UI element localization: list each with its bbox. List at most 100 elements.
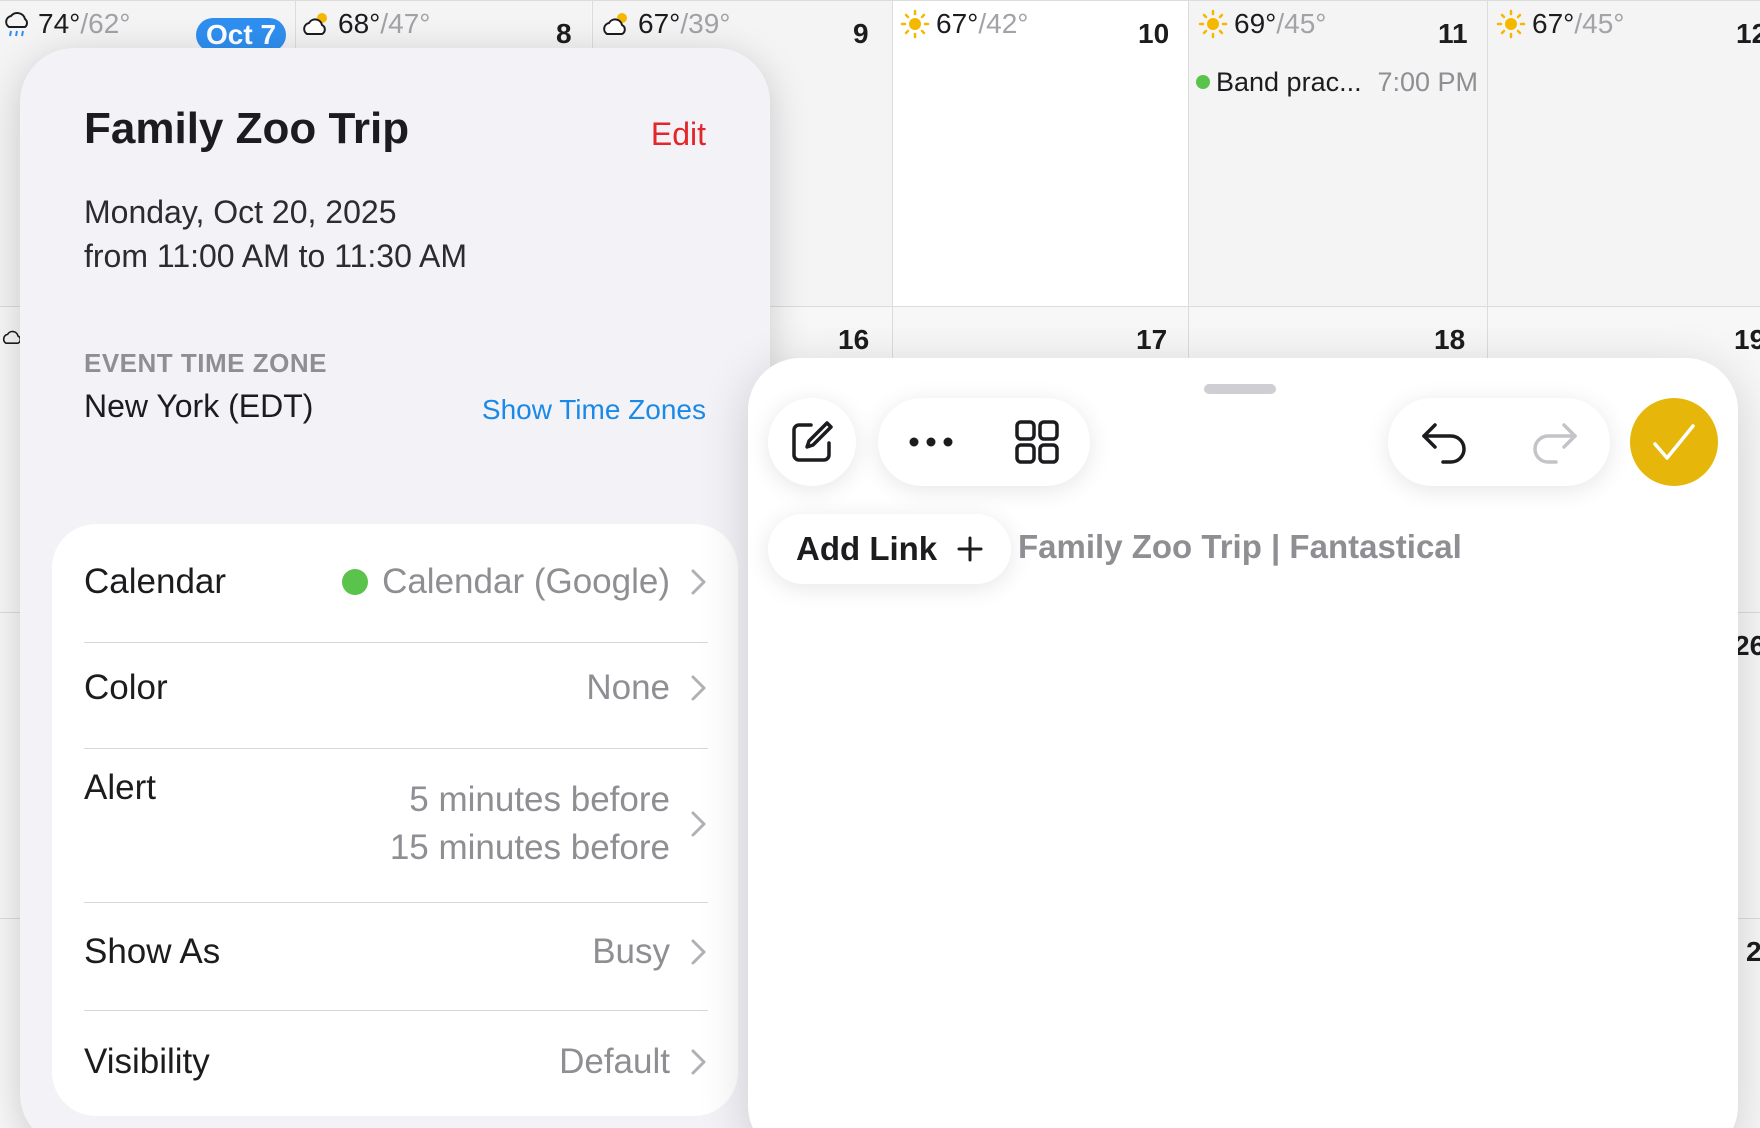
row-label: Alert bbox=[84, 768, 156, 807]
more-button[interactable] bbox=[878, 398, 984, 486]
temp-low: /45° bbox=[1276, 8, 1327, 39]
add-link-button[interactable]: Add Link bbox=[768, 514, 1012, 584]
grid-icon bbox=[1015, 420, 1059, 464]
temp-low: /39° bbox=[680, 8, 731, 39]
event-detail-popover: Family Zoo Trip Edit Monday, Oct 20, 202… bbox=[20, 48, 770, 1128]
redo-icon bbox=[1532, 423, 1577, 464]
day-number[interactable]: 11 bbox=[1438, 18, 1468, 50]
event-title: Family Zoo Trip bbox=[84, 104, 410, 153]
today-date-badge[interactable]: Oct 7 bbox=[196, 18, 287, 52]
temp-high: 67° bbox=[936, 8, 979, 39]
temp-high: 67° bbox=[1532, 8, 1575, 39]
row-label: Color bbox=[84, 668, 168, 707]
grid-button[interactable] bbox=[984, 398, 1090, 486]
day-number[interactable]: 9 bbox=[853, 18, 869, 50]
day-header-oct8: 68°/47° bbox=[302, 0, 430, 48]
day-number[interactable]: 17 bbox=[1136, 324, 1167, 356]
done-button[interactable] bbox=[1630, 398, 1718, 486]
checkmark-icon bbox=[1653, 424, 1695, 460]
plus-icon bbox=[957, 536, 983, 562]
divider bbox=[84, 642, 708, 643]
time-zone-value: New York (EDT) bbox=[84, 388, 314, 424]
calendar-row[interactable]: Calendar Calendar (Google) bbox=[84, 544, 708, 620]
sun-icon bbox=[900, 9, 930, 39]
add-link-label: Add Link bbox=[796, 530, 938, 567]
day-header-oct11: 69°/45° bbox=[1198, 0, 1326, 48]
temp-high: 68° bbox=[338, 8, 381, 39]
undo-button[interactable] bbox=[1388, 398, 1499, 486]
day-header-oct10: 67°/42° bbox=[900, 0, 1028, 48]
day-number[interactable]: 16 bbox=[838, 324, 869, 356]
rain-icon bbox=[5, 12, 28, 37]
event-datetime: Monday, Oct 20, 2025 from 11:00 AM to 11… bbox=[84, 190, 467, 278]
edit-button[interactable]: Edit bbox=[651, 116, 706, 153]
show-time-zones-link[interactable]: Show Time Zones bbox=[482, 394, 706, 426]
calendar-value: Calendar (Google) bbox=[382, 562, 670, 601]
chevron-right-icon bbox=[691, 939, 706, 965]
row-value: Busy bbox=[592, 932, 708, 972]
temp-high: 69° bbox=[1234, 8, 1277, 39]
visibility-row[interactable]: Visibility Default bbox=[84, 1018, 708, 1106]
temp-low: /45° bbox=[1574, 8, 1625, 39]
calendar-color-dot bbox=[342, 569, 369, 595]
notes-sheet: Add Link Family Zoo Trip | Fantastical bbox=[748, 358, 1738, 1128]
event-settings-card: Calendar Calendar (Google) Color None Al… bbox=[52, 524, 738, 1116]
chevron-right-icon bbox=[691, 569, 706, 595]
temp-low: /62° bbox=[80, 8, 131, 39]
time-zone-label: EVENT TIME ZONE bbox=[84, 348, 327, 378]
sun-icon bbox=[1496, 9, 1526, 39]
chevron-right-icon bbox=[691, 811, 706, 837]
row-value: None bbox=[586, 668, 708, 708]
day-number[interactable]: 12 bbox=[1736, 18, 1760, 50]
partly-cloudy-icon bbox=[303, 13, 327, 35]
show-as-value: Busy bbox=[592, 932, 670, 971]
chevron-right-icon bbox=[691, 1049, 706, 1075]
day-number[interactable]: 18 bbox=[1434, 324, 1465, 356]
compose-button[interactable] bbox=[768, 398, 856, 486]
redo-button[interactable] bbox=[1499, 398, 1610, 486]
partly-cloudy-icon bbox=[603, 13, 627, 35]
row-label: Show As bbox=[84, 932, 221, 971]
day-header-oct7: 74°/62° bbox=[2, 0, 130, 48]
day-number[interactable]: 8 bbox=[556, 18, 572, 50]
sheet-grabber[interactable] bbox=[1204, 384, 1276, 394]
alert-value: 15 minutes before bbox=[389, 828, 670, 867]
color-row[interactable]: Color None bbox=[84, 650, 708, 726]
row-label: Calendar bbox=[84, 562, 227, 601]
row-value: Default bbox=[559, 1042, 708, 1082]
alert-row[interactable]: Alert 5 minutes before 15 minutes before bbox=[84, 760, 708, 888]
day-number[interactable]: 19 bbox=[1734, 324, 1760, 356]
undo-redo-group bbox=[1388, 398, 1610, 486]
undo-icon bbox=[1421, 423, 1466, 464]
day-header-oct9: 67°/39° bbox=[602, 0, 730, 48]
toolbar-group bbox=[878, 398, 1090, 486]
alert-values: 5 minutes before 15 minutes before bbox=[390, 776, 670, 872]
alert-value: 5 minutes before bbox=[409, 780, 670, 819]
sun-icon bbox=[1198, 9, 1228, 39]
day-header-oct12: 67°/45° bbox=[1496, 0, 1624, 48]
compose-icon bbox=[792, 421, 833, 462]
event-color-dot bbox=[1196, 75, 1210, 89]
compose-button-container bbox=[768, 398, 856, 486]
color-value: None bbox=[586, 668, 670, 707]
show-as-row[interactable]: Show As Busy bbox=[84, 908, 708, 996]
more-icon bbox=[909, 437, 953, 447]
event-time-range: from 11:00 AM to 11:30 AM bbox=[84, 238, 468, 274]
event-title: Band prac... bbox=[1216, 66, 1362, 97]
row-label: Visibility bbox=[84, 1042, 210, 1081]
event-time: 7:00 PM bbox=[1377, 66, 1478, 97]
day-number[interactable]: 10 bbox=[1138, 18, 1169, 50]
divider bbox=[84, 1010, 708, 1011]
divider bbox=[84, 902, 708, 903]
popover-arrow bbox=[22, 708, 52, 752]
temp-high: 74° bbox=[38, 8, 81, 39]
day-number[interactable]: 2 bbox=[1746, 936, 1760, 968]
divider bbox=[84, 748, 708, 749]
row-value: 5 minutes before 15 minutes before bbox=[390, 760, 708, 888]
visibility-value: Default bbox=[559, 1042, 670, 1081]
temp-low: /47° bbox=[380, 8, 431, 39]
temp-high: 67° bbox=[638, 8, 681, 39]
row-value: Calendar (Google) bbox=[342, 562, 708, 602]
calendar-event[interactable]: Band prac... 7:00 PM bbox=[1196, 64, 1478, 100]
temp-low: /42° bbox=[978, 8, 1029, 39]
